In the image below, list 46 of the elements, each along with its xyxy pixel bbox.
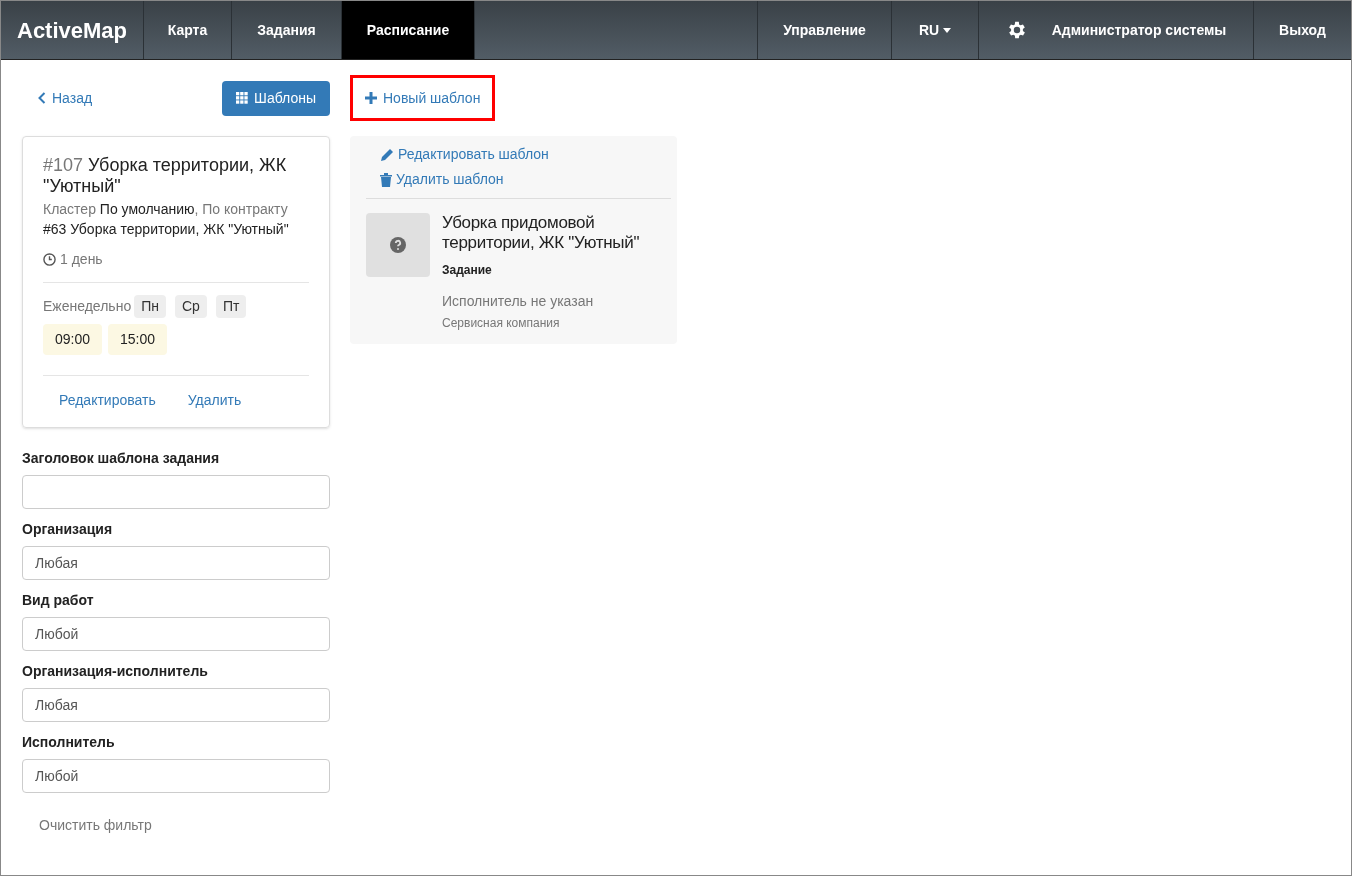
duration-text: 1 день xyxy=(60,250,103,269)
edit-template-link[interactable]: Редактировать шаблон xyxy=(380,144,671,165)
filter-field[interactable] xyxy=(22,475,330,509)
trash-icon xyxy=(380,172,392,187)
plus-icon xyxy=(365,92,377,104)
user-menu[interactable]: Администратор системы xyxy=(978,1,1253,59)
question-icon xyxy=(390,237,406,253)
clear-filter-button[interactable]: Очистить фильтр xyxy=(39,815,152,836)
nav-link[interactable]: Выход xyxy=(1253,1,1351,59)
schedule-meta: Кластер По умолчанию, По контракту #63 Уборка территории, ЖК "Уютный" xyxy=(43,200,290,239)
new-template-button[interactable]: Новый шаблон xyxy=(350,75,496,121)
template-title: Уборка придомовой территории, ЖК "Уютный" xyxy=(442,213,641,253)
templates-button[interactable]: Шаблоны xyxy=(222,80,330,116)
nav-tab[interactable]: Расписание xyxy=(342,1,475,59)
nav-tab[interactable]: Карта xyxy=(144,1,232,59)
language-dropdown[interactable]: RU xyxy=(891,1,978,59)
template-type: Задание xyxy=(442,262,493,279)
edit-link[interactable]: Редактировать xyxy=(59,390,156,411)
day-tag: Пт xyxy=(215,295,247,318)
back-link[interactable]: Назад xyxy=(22,87,93,109)
caret-icon xyxy=(943,27,952,33)
executor-text: Исполнитель не указан xyxy=(442,292,595,311)
field-label: Исполнитель xyxy=(22,733,116,752)
time-tag: 15:00 xyxy=(108,324,168,355)
field-label: Организация xyxy=(22,520,114,539)
company-text: Сервисная компания xyxy=(442,315,561,332)
delete-template-link[interactable]: Удалить шаблон xyxy=(380,169,671,190)
clock-icon xyxy=(43,253,56,266)
frequency-text: Еженедельно xyxy=(43,297,132,316)
filter-field[interactable]: Любой xyxy=(22,759,330,793)
filter-field[interactable]: Любая xyxy=(22,688,330,722)
field-label: Заголовок шаблона задания xyxy=(22,449,221,468)
field-label: Вид работ xyxy=(22,591,95,610)
delete-link[interactable]: Удалить xyxy=(187,390,242,411)
filter-field[interactable]: Любая xyxy=(22,546,330,580)
nav-link[interactable]: Управление xyxy=(757,1,891,59)
filter-field[interactable]: Любой xyxy=(22,617,330,651)
chevron-left-icon xyxy=(38,92,46,104)
schedule-title: #107 Уборка территории, ЖК "Уютный" xyxy=(43,155,288,197)
pencil-icon xyxy=(380,147,394,162)
day-tag: Пн xyxy=(134,295,166,318)
grid-icon xyxy=(236,92,249,104)
field-label: Организация-исполнитель xyxy=(22,662,209,681)
brand-logo[interactable]: ActiveMap xyxy=(1,1,144,59)
day-tag: Ср xyxy=(174,295,207,318)
time-tag: 09:00 xyxy=(43,324,103,355)
